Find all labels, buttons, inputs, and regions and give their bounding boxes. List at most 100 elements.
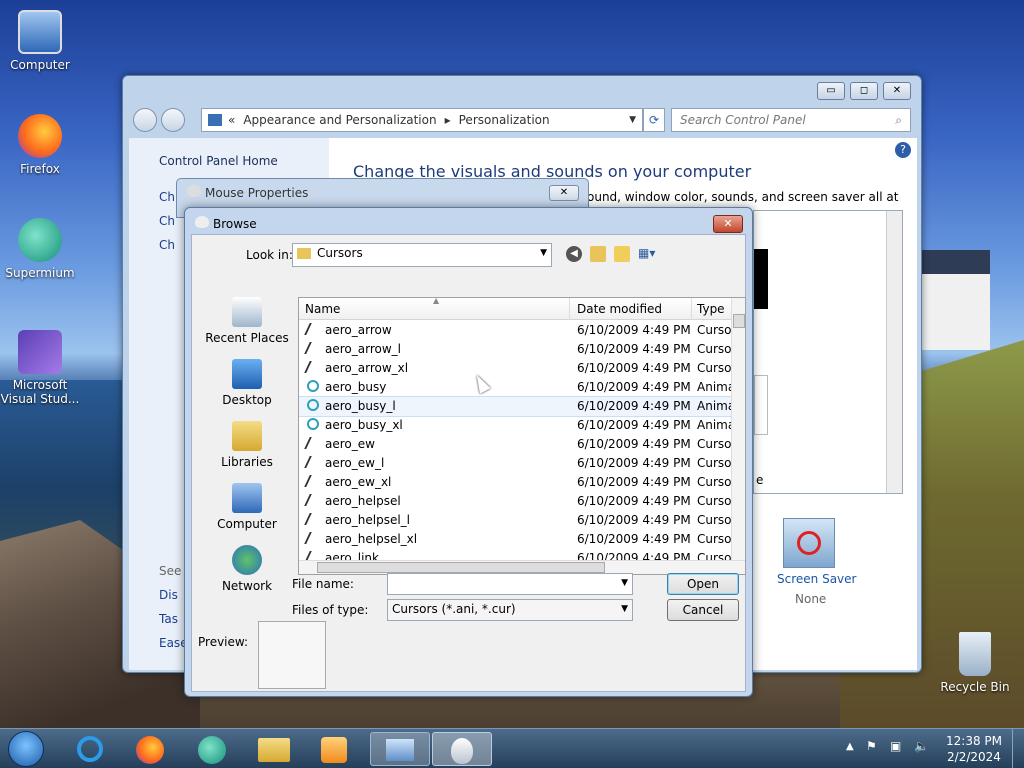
file-row[interactable]: aero_busy 6/10/2009 4:49 PM Anima xyxy=(299,378,735,397)
file-row[interactable]: aero_helpsel 6/10/2009 4:49 PM Cursor xyxy=(299,492,736,511)
display-link[interactable]: Dis xyxy=(159,588,178,602)
file-row[interactable]: aero_ew_l 6/10/2009 4:49 PM Cursor xyxy=(299,454,736,473)
file-row[interactable]: aero_arrow_l 6/10/2009 4:49 PM Cursor xyxy=(299,340,736,359)
desktop-icon-visual-studio[interactable]: Microsoft Visual Stud... xyxy=(0,330,80,406)
view-menu-icon[interactable]: ▦▾ xyxy=(638,246,662,262)
left-link-3[interactable]: Ch xyxy=(159,238,175,252)
file-row[interactable]: aero_arrow_xl 6/10/2009 4:49 PM Cursor xyxy=(299,359,736,378)
search-input[interactable]: Search Control Panel ⌕ xyxy=(671,108,911,132)
places-bar: Recent Places Desktop Libraries Computer… xyxy=(200,297,294,593)
file-type-select[interactable]: Cursors (*.ani, *.cur) ▼ xyxy=(387,599,633,621)
volume-muted-icon[interactable]: 🔈 xyxy=(914,739,929,753)
breadcrumb-appearance[interactable]: Appearance and Personalization xyxy=(243,113,436,127)
place-computer[interactable]: Computer xyxy=(200,483,294,531)
close-button[interactable]: ✕ xyxy=(549,185,579,201)
column-type[interactable]: Type xyxy=(697,302,725,316)
cancel-button[interactable]: Cancel xyxy=(667,599,739,621)
supermium-icon xyxy=(18,218,62,262)
file-name: aero_arrow_xl xyxy=(325,361,409,375)
desktop-icon xyxy=(232,359,262,389)
file-date: 6/10/2009 4:49 PM xyxy=(577,380,691,394)
help-icon[interactable]: ? xyxy=(895,142,911,158)
taskbar-media-player[interactable] xyxy=(306,732,362,766)
chevron-down-icon[interactable]: ▼ xyxy=(629,115,636,125)
place-desktop[interactable]: Desktop xyxy=(200,359,294,407)
browse-dialog: Browse ✕ Look in: Cursors ▼ ◀ ▦▾ Recent … xyxy=(184,207,753,697)
file-name: aero_ew xyxy=(325,437,375,451)
start-button[interactable] xyxy=(8,731,44,767)
file-date: 6/10/2009 4:49 PM xyxy=(577,532,691,546)
minimize-button[interactable]: ▭ xyxy=(817,82,845,100)
visual-studio-icon xyxy=(18,330,62,374)
taskbar-explorer[interactable] xyxy=(246,732,302,766)
screen-saver-link[interactable]: Screen Saver xyxy=(777,572,856,586)
chevron-down-icon: ▼ xyxy=(621,604,628,614)
open-button[interactable]: Open xyxy=(667,573,739,595)
action-center-flag-icon[interactable]: ⚑ xyxy=(866,739,877,753)
file-row[interactable]: aero_arrow 6/10/2009 4:49 PM Cursor xyxy=(299,321,736,340)
left-link-2[interactable]: Ch xyxy=(159,214,175,228)
vertical-scrollbar[interactable] xyxy=(731,298,745,560)
back-button[interactable] xyxy=(133,108,157,132)
recycle-bin-icon xyxy=(959,632,991,676)
file-row[interactable]: aero_ew_xl 6/10/2009 4:49 PM Cursor xyxy=(299,473,736,492)
place-recent[interactable]: Recent Places xyxy=(200,297,294,345)
taskbar-ie[interactable] xyxy=(62,732,118,766)
file-name: aero_arrow xyxy=(325,323,392,337)
file-list[interactable]: Name ▲ Date modified Type aero_arrow 6/10… xyxy=(298,297,746,575)
file-name-input[interactable]: ▼ xyxy=(387,573,633,595)
mouse-icon xyxy=(451,738,473,764)
file-name: aero_helpsel xyxy=(325,494,401,508)
file-row[interactable]: aero_busy_l 6/10/2009 4:49 PM Anima xyxy=(299,396,735,417)
desktop-icon-supermium[interactable]: Supermium xyxy=(0,218,80,280)
clock[interactable]: 12:38 PM 2/2/2024 xyxy=(944,733,1004,765)
taskbar-supermium[interactable] xyxy=(184,732,240,766)
desktop-icon-firefox[interactable]: Firefox xyxy=(0,114,80,176)
file-row[interactable]: aero_helpsel_l 6/10/2009 4:49 PM Cursor xyxy=(299,511,736,530)
supermium-icon xyxy=(198,736,226,764)
desktop-icon-recycle-bin[interactable]: Recycle Bin xyxy=(935,632,1015,694)
control-panel-icon xyxy=(386,739,414,761)
cursor-icon xyxy=(304,323,322,335)
network-icon[interactable]: ▣ xyxy=(890,739,901,753)
file-name: aero_ew_xl xyxy=(325,475,392,489)
computer-icon xyxy=(18,10,62,54)
file-row[interactable]: aero_busy_xl 6/10/2009 4:49 PM Anima xyxy=(299,416,735,435)
taskbar-control-panel[interactable] xyxy=(370,732,430,766)
desktop-icon-computer[interactable]: Computer xyxy=(0,10,80,72)
screen-saver-icon[interactable] xyxy=(783,518,835,568)
control-panel-home-link[interactable]: Control Panel Home xyxy=(159,154,278,168)
forward-button[interactable] xyxy=(161,108,185,132)
file-name: aero_helpsel_l xyxy=(325,513,410,527)
close-button[interactable]: ✕ xyxy=(883,82,911,100)
taskbar-firefox[interactable] xyxy=(122,732,178,766)
taskbar-link[interactable]: Tas xyxy=(159,612,178,626)
taskbar-mouse-properties[interactable] xyxy=(432,732,492,766)
file-date: 6/10/2009 4:49 PM xyxy=(577,418,691,432)
up-folder-icon[interactable] xyxy=(590,246,606,262)
close-button[interactable]: ✕ xyxy=(713,215,743,233)
file-name: aero_ew_l xyxy=(325,456,385,470)
internet-explorer-icon xyxy=(77,736,103,762)
maximize-button[interactable]: ◻ xyxy=(850,82,878,100)
themes-list[interactable]: e xyxy=(753,210,903,494)
computer-icon xyxy=(232,483,262,513)
file-row[interactable]: aero_helpsel_xl 6/10/2009 4:49 PM Cursor xyxy=(299,530,736,549)
left-link-1[interactable]: Ch xyxy=(159,190,175,204)
look-in-select[interactable]: Cursors ▼ xyxy=(292,243,552,267)
column-name[interactable]: Name xyxy=(305,302,340,316)
address-bar[interactable]: « Appearance and Personalization ▸ Perso… xyxy=(201,108,643,132)
new-folder-icon[interactable] xyxy=(614,246,630,262)
file-row[interactable]: aero_ew 6/10/2009 4:49 PM Cursor xyxy=(299,435,736,454)
back-icon[interactable]: ◀ xyxy=(566,246,582,262)
file-name: aero_arrow_l xyxy=(325,342,401,356)
place-network[interactable]: Network xyxy=(200,545,294,593)
breadcrumb-personalization[interactable]: Personalization xyxy=(459,113,550,127)
column-date[interactable]: Date modified xyxy=(577,302,662,316)
place-libraries[interactable]: Libraries xyxy=(200,421,294,469)
refresh-icon[interactable]: ⟳ xyxy=(643,108,665,132)
scrollbar[interactable] xyxy=(886,211,902,493)
cursor-icon xyxy=(304,342,322,354)
show-desktop-button[interactable] xyxy=(1012,729,1024,768)
show-hidden-icons-icon[interactable]: ▲ xyxy=(846,741,854,752)
